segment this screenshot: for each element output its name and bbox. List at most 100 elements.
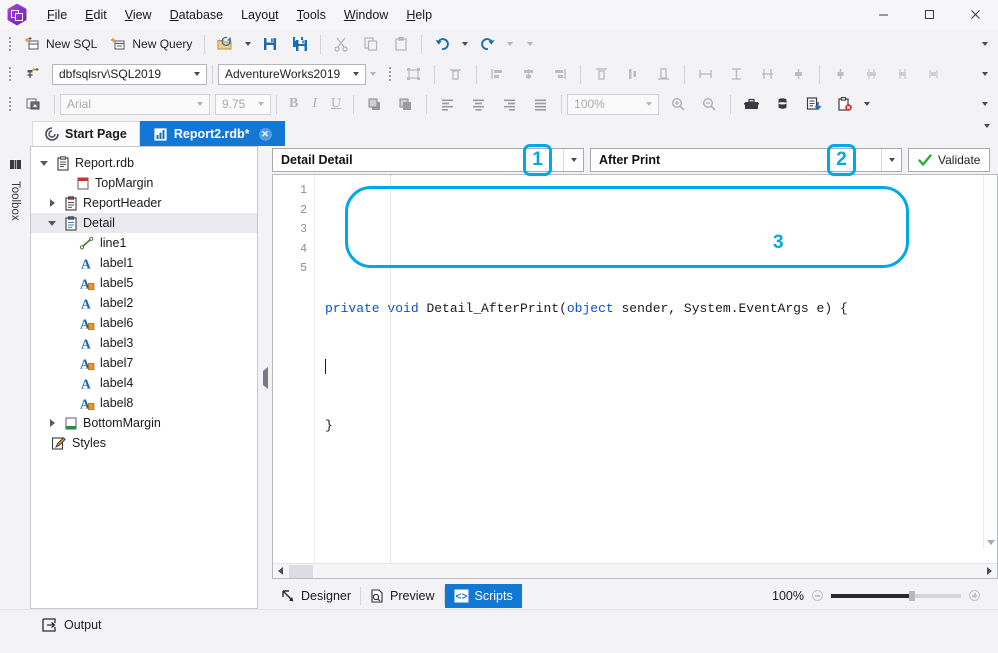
- underline-button[interactable]: U: [324, 92, 348, 116]
- tab-close-icon[interactable]: ✕: [258, 127, 272, 141]
- style-button[interactable]: [18, 92, 49, 116]
- zoom-out-button[interactable]: [694, 92, 725, 116]
- tree-node-report[interactable]: Report.rdb: [31, 153, 257, 173]
- data-button[interactable]: [767, 92, 798, 116]
- bring-to-front-button[interactable]: [359, 92, 390, 116]
- align-overflow-button[interactable]: [978, 63, 992, 85]
- code-text-area[interactable]: private void Detail_AfterPrint(object se…: [315, 175, 997, 563]
- text-align-right-button[interactable]: [494, 92, 525, 116]
- close-button[interactable]: [952, 0, 998, 29]
- tab-report2[interactable]: Report2.rdb* ✕: [139, 121, 285, 146]
- scroll-down-arrow-icon[interactable]: [984, 535, 997, 549]
- server-dropdown-arrow[interactable]: [189, 72, 204, 76]
- zoom-slider-knob[interactable]: [909, 590, 915, 601]
- zoom-in-button[interactable]: [663, 92, 694, 116]
- toolbar-grip[interactable]: [6, 64, 16, 84]
- italic-button[interactable]: I: [305, 92, 324, 116]
- align-select-all-button[interactable]: [398, 62, 429, 86]
- bold-button[interactable]: B: [282, 92, 305, 116]
- tree-node-reportheader[interactable]: ReportHeader: [31, 193, 257, 213]
- tree-node-bottommargin[interactable]: BottomMargin: [31, 413, 257, 433]
- tree-node-label3[interactable]: A label3: [31, 333, 257, 353]
- code-editor[interactable]: 1 2 3 4 5 private void Detail_AfterPrint…: [272, 174, 998, 579]
- tab-designer[interactable]: Designer: [272, 584, 360, 608]
- minimize-button[interactable]: [860, 0, 906, 29]
- undo-button[interactable]: [427, 32, 458, 56]
- server-combo[interactable]: dbfsqlsrv\SQL2019: [52, 63, 207, 85]
- font-family-combo[interactable]: Arial: [60, 93, 210, 115]
- toolbar-main-overflow[interactable]: [978, 33, 992, 55]
- hscroll-thumb[interactable]: [289, 564, 313, 578]
- format-overflow-button[interactable]: [978, 93, 992, 115]
- validate-button[interactable]: Validate: [908, 148, 991, 172]
- menu-edit[interactable]: Edit: [76, 4, 116, 26]
- menu-file[interactable]: File: [38, 4, 76, 26]
- font-size-combo[interactable]: 9.75: [215, 93, 271, 115]
- same-size-button[interactable]: [752, 62, 783, 86]
- send-to-back-button[interactable]: [390, 92, 421, 116]
- panel-splitter[interactable]: [258, 146, 272, 609]
- format-extra-dropdown[interactable]: [860, 93, 874, 115]
- font-size-dropdown-arrow[interactable]: [253, 102, 268, 106]
- code-editor-surface[interactable]: 1 2 3 4 5 private void Detail_AfterPrint…: [273, 175, 997, 563]
- database-dropdown-arrow[interactable]: [348, 72, 363, 76]
- tab-overflow-button[interactable]: [984, 124, 990, 142]
- align-top-button[interactable]: [586, 62, 617, 86]
- tree-node-label8[interactable]: A label8: [31, 393, 257, 413]
- tab-preview[interactable]: Preview: [361, 584, 443, 608]
- collapse-panel-arrow-icon[interactable]: [262, 366, 268, 389]
- same-height-button[interactable]: [721, 62, 752, 86]
- maximize-button[interactable]: [906, 0, 952, 29]
- database-overflow-button[interactable]: [366, 63, 380, 85]
- text-align-left-button[interactable]: [432, 92, 463, 116]
- menu-database[interactable]: Database: [161, 4, 233, 26]
- scroll-left-arrow-icon[interactable]: [273, 564, 288, 579]
- clipboard-error-button[interactable]: [829, 92, 860, 116]
- zoom-combo[interactable]: 100%: [567, 93, 660, 115]
- zoom-dropdown-arrow[interactable]: [641, 102, 656, 106]
- menu-help[interactable]: Help: [397, 4, 441, 26]
- object-selector-dropdown-arrow[interactable]: [563, 149, 583, 171]
- expander-down-icon[interactable]: [37, 160, 51, 166]
- tree-node-detail[interactable]: Detail: [31, 213, 257, 233]
- new-query-button[interactable]: New Query: [104, 32, 199, 56]
- redo-dropdown-button[interactable]: [503, 33, 517, 55]
- tree-node-label6[interactable]: A label6: [31, 313, 257, 333]
- menu-layout[interactable]: Layout: [232, 4, 288, 26]
- text-align-justify-button[interactable]: [525, 92, 556, 116]
- tree-node-label4[interactable]: A label4: [31, 373, 257, 393]
- expander-right-icon[interactable]: [45, 199, 59, 207]
- hspace-increase-button[interactable]: [856, 62, 887, 86]
- text-align-center-button[interactable]: [463, 92, 494, 116]
- code-vertical-scrollbar[interactable]: [983, 175, 997, 549]
- toolbar-grip[interactable]: [6, 34, 16, 54]
- toolbar-grip[interactable]: [386, 64, 396, 84]
- tree-node-line1[interactable]: line1: [31, 233, 257, 253]
- hspace-remove-button[interactable]: [918, 62, 949, 86]
- align-center-button[interactable]: [513, 62, 544, 86]
- tree-node-label5[interactable]: A label5: [31, 273, 257, 293]
- open-button[interactable]: [210, 32, 241, 56]
- cut-button[interactable]: [326, 32, 356, 56]
- tab-scripts[interactable]: <> Scripts: [444, 583, 522, 608]
- report-download-button[interactable]: [798, 92, 829, 116]
- tree-node-label7[interactable]: A label7: [31, 353, 257, 373]
- same-width-button[interactable]: [690, 62, 721, 86]
- tree-node-label2[interactable]: A label2: [31, 293, 257, 313]
- event-selector-dropdown-arrow[interactable]: [881, 149, 901, 171]
- menu-view[interactable]: View: [116, 4, 161, 26]
- expander-down-icon[interactable]: [45, 220, 59, 226]
- new-sql-button[interactable]: New SQL: [18, 32, 104, 56]
- open-dropdown-button[interactable]: [241, 33, 255, 55]
- code-horizontal-scrollbar[interactable]: [273, 563, 997, 578]
- zoom-out-slider-icon[interactable]: [812, 590, 823, 601]
- hspace-decrease-button[interactable]: [887, 62, 918, 86]
- size-to-grid-button[interactable]: [783, 62, 814, 86]
- zoom-in-slider-icon[interactable]: [969, 590, 980, 601]
- menu-window[interactable]: Window: [335, 4, 397, 26]
- menu-tools[interactable]: Tools: [288, 4, 335, 26]
- tree-node-topmargin[interactable]: TopMargin: [31, 173, 257, 193]
- align-to-grid-button[interactable]: [440, 62, 471, 86]
- copy-button[interactable]: [356, 32, 386, 56]
- expander-right-icon[interactable]: [45, 419, 59, 427]
